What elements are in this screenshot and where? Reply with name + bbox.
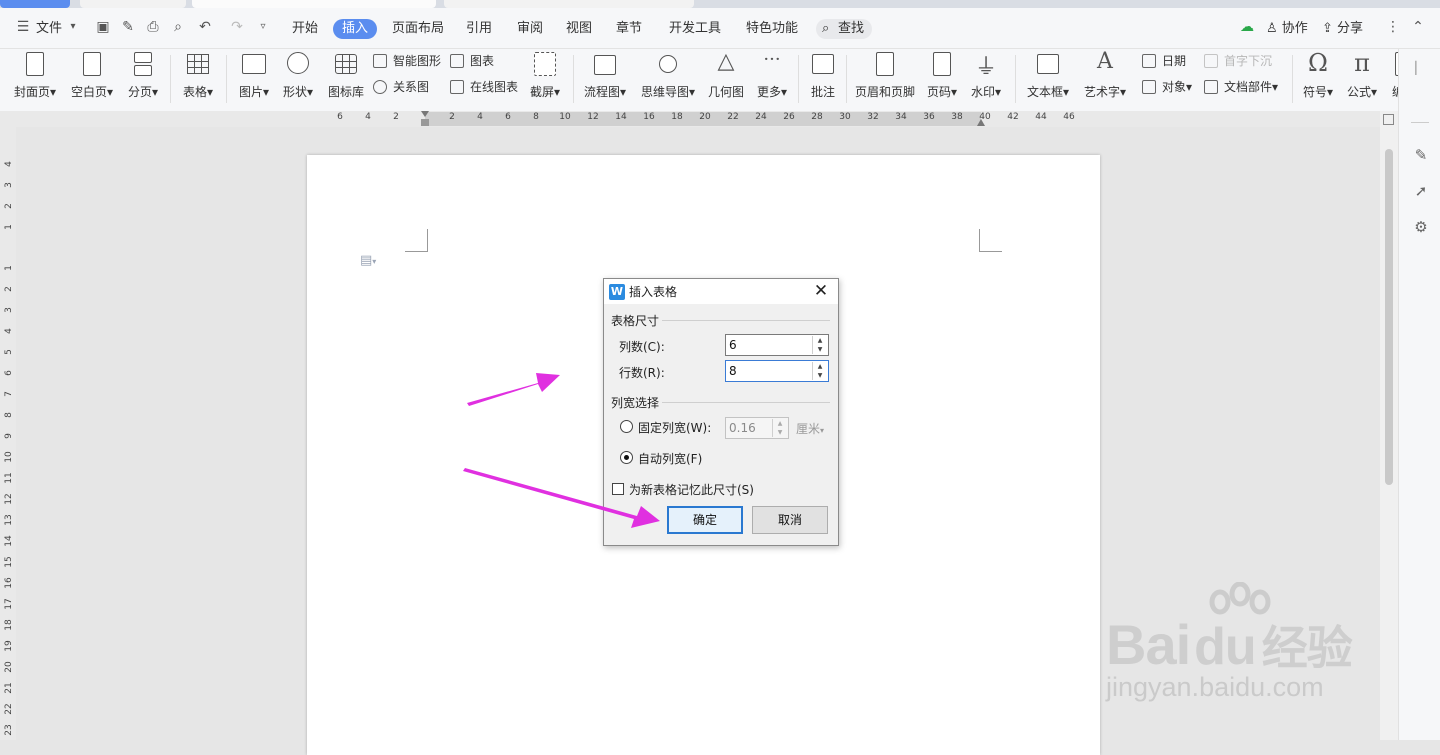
watermark-du: du [1194,618,1257,676]
watermark-url: jingyan.baidu.com [1106,672,1324,702]
watermark-brand: Baidu 经验 [1106,612,1353,678]
watermark-brand-cn: 经验 [1261,622,1353,674]
arrow-to-ok-button [463,468,660,528]
arrow-to-rows-field [467,373,560,406]
watermark-brand-text: Bai [1106,613,1191,676]
